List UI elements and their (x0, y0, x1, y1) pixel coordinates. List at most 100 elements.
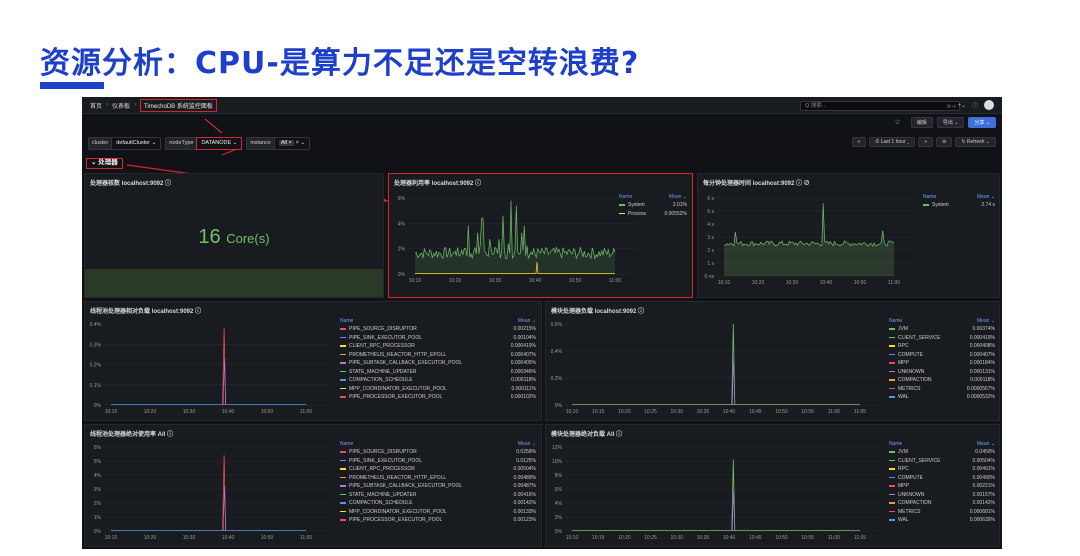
legend-item[interactable]: COMPACTION 0.000118% (889, 376, 995, 385)
legend-name-header[interactable]: Name (889, 318, 902, 324)
legend-item[interactable]: METRICS 0.0000567% (889, 385, 995, 394)
legend-series-mean: 0.00142% (972, 500, 995, 507)
legend-mean-header[interactable]: Mean ⌄ (518, 318, 536, 324)
x-tick-label: 10:10 (105, 409, 118, 415)
legend-series-name: CLIENT_RPC_PROCESSOR (349, 466, 415, 473)
series-swatch (889, 396, 895, 398)
panel-title: 线程池处理器绝对使用率 All ⓘ (90, 432, 174, 438)
x-tick-label: 11:00 (300, 409, 312, 415)
legend-item[interactable]: METRICS 0.000681% (889, 508, 995, 517)
legend-item[interactable]: PIPE_SOURCE_DISRUPTOR 0.00215% (340, 325, 536, 334)
module-load-chart: 0.6% 0.4% 0.2% 0%10:10 10:15 10:20 10:25 10:30 1… (551, 322, 882, 415)
stat-number: 16 (198, 226, 221, 248)
legend-name-header[interactable]: Name (340, 318, 353, 324)
legend-series-name: COMPACTION (898, 377, 932, 384)
legend-series-name: CLIENT_RPC_PROCESSOR (349, 343, 415, 350)
legend: Name Mean ⌄ PIPE_SOURCE_DISRUPTOR 0.00215% P… (340, 318, 536, 402)
legend-series-name: PIPE_SINK_EXECUTOR_POOL (349, 457, 422, 464)
legend-series-mean: 0.00487% (513, 483, 536, 490)
x-tick-label: 10:10 (105, 535, 118, 541)
legend-mean-header[interactable]: Mean ⌄ (977, 318, 995, 324)
series-swatch (340, 379, 346, 381)
series-swatch (889, 510, 895, 513)
legend-item[interactable]: WAL 0.000639% (889, 516, 995, 525)
cpu-utilization-chart: 6% 4% 2% 0%10:10 10:20 10:30 10:40 10:50 11:00 (398, 196, 637, 284)
legend-series-mean: 0.00157% (972, 491, 995, 498)
legend-item[interactable]: PIPE_SOURCE_DISRUPTOR 0.0258% (340, 448, 536, 457)
legend-item[interactable]: System 2.74 s (923, 201, 995, 210)
legend-item[interactable]: COMPACTION 0.00142% (889, 499, 995, 508)
y-tick-label: 0% (94, 529, 102, 535)
legend-series-name: PIPE_SUBTASK_CALLBACK_EXECUTOR_POOL (349, 483, 463, 490)
legend-item[interactable]: UNKNOWN 0.00157% (889, 491, 995, 500)
y-tick-label: 0.4% (551, 349, 563, 355)
series-swatch (340, 459, 346, 462)
legend-item[interactable]: WAL 0.0000532% (889, 393, 995, 402)
legend-item[interactable]: PIPE_SUBTASK_CALLBACK_EXECUTOR_POOL 0.000… (340, 359, 536, 368)
legend-item[interactable]: CLIENT_SERVICE 0.00504% (889, 457, 995, 466)
legend-mean-header[interactable]: Mean ⌄ (977, 441, 995, 447)
legend-name-header[interactable]: Name (340, 441, 353, 447)
y-tick-label: 6% (398, 196, 406, 202)
legend-mean-header[interactable]: Mean ⌄ (977, 194, 995, 200)
legend-item[interactable]: PIPE_SUBTASK_CALLBACK_EXECUTOR_POOL 0.004… (340, 482, 536, 491)
legend-item[interactable]: PIPE_SINK_EXECUTOR_POOL 0.0125% (340, 457, 536, 466)
legend-mean-header[interactable]: Mean ⌄ (518, 441, 536, 447)
legend-item[interactable]: COMPACTION_SCHEDULE 0.000118% (340, 376, 536, 385)
legend-series-mean: 0.00374% (972, 326, 995, 333)
x-tick-label: 10:15 (592, 535, 605, 541)
legend-series-mean: 0.000118% (511, 377, 536, 384)
y-tick-label: 4% (398, 221, 406, 227)
x-tick-label: 10:20 (618, 409, 631, 415)
legend-item[interactable]: STATE_MACHINE_UPDATER 0.000346% (340, 368, 536, 377)
legend-name-header[interactable]: Name (889, 441, 902, 447)
legend-series-name: WAL (898, 517, 909, 524)
x-tick-label: 10:30 (670, 535, 683, 541)
legend-item[interactable]: CLIENT_RPC_PROCESSOR 0.00504% (340, 465, 536, 474)
legend-item[interactable]: PIPE_PROCESSOR_EXECUTOR_POOL 0.000102% (340, 393, 536, 402)
x-tick-label: 10:40 (723, 535, 736, 541)
x-tick-label: 10:55 (801, 409, 814, 415)
legend-item[interactable]: RPC 0.00491% (889, 465, 995, 474)
legend-item[interactable]: PROMETHEUS_REACTOR_HTTP_EPOLL 0.000407% (340, 351, 536, 360)
panel-module-absolute-load: 模块处理器绝对负载 All ⓘ 12% 10% 8% 6% 4% 2% 0% 10:10 10:… (545, 424, 1000, 547)
legend-item[interactable]: COMPUTE 0.000407% (889, 351, 995, 360)
legend-mean-header[interactable]: Mean ⌄ (669, 194, 687, 200)
y-tick-label: 1% (94, 515, 102, 521)
legend-item[interactable]: PIPE_SINK_EXECUTOR_POOL 0.00104% (340, 334, 536, 343)
x-tick-label: 10:50 (261, 409, 274, 415)
x-tick-label: 11:00 (609, 278, 621, 284)
legend-item[interactable]: MPP_COORDINATOR_EXECUTOR_POOL 0.00133% (340, 508, 536, 517)
legend-item[interactable]: PROMETHEUS_REACTOR_HTTP_EPOLL 0.00489% (340, 474, 536, 483)
legend-item[interactable]: RPC 0.000408% (889, 342, 995, 351)
legend-name-header[interactable]: Name (923, 194, 936, 200)
legend-item[interactable]: CLIENT_SERVICE 0.000419% (889, 334, 995, 343)
legend-item[interactable]: COMPACTION_SCHEDULE 0.00142% (340, 499, 536, 508)
legend-item[interactable]: MPP 0.00221% (889, 482, 995, 491)
series-swatch (340, 328, 346, 330)
legend-item[interactable]: JVM 0.00374% (889, 325, 995, 334)
y-tick-label: 5 s (707, 209, 714, 215)
legend-item[interactable]: MPP_COORDINATOR_EXECUTOR_POOL 0.000111% (340, 385, 536, 394)
y-tick-label: 4 s (707, 222, 714, 228)
series-swatch (889, 387, 895, 390)
legend-series-name: PIPE_SINK_EXECUTOR_POOL (349, 334, 422, 341)
legend-item[interactable]: PIPE_PROCESSOR_EXECUTOR_POOL 0.00123% (340, 516, 536, 525)
legend-series-name: COMPUTE (898, 351, 923, 358)
legend-item[interactable]: STATE_MACHINE_UPDATER 0.00416% (340, 491, 536, 500)
series-swatch (889, 519, 895, 521)
x-tick-label: 11:05 (854, 409, 866, 415)
series-swatch (889, 353, 895, 356)
legend-series-name: CLIENT_SERVICE (898, 334, 941, 341)
legend-item[interactable]: UNKNOWN 0.000131% (889, 368, 995, 377)
legend-series-name: METRICS (898, 385, 921, 392)
legend-item[interactable]: MPP 0.000184% (889, 359, 995, 368)
series-swatch (340, 345, 346, 347)
legend-item[interactable]: COMPUTE 0.00490% (889, 474, 995, 483)
y-tick-label: 1 s (707, 261, 714, 267)
legend-item[interactable]: CLIENT_RPC_PROCESSOR 0.000419% (340, 342, 536, 351)
x-tick-label: 10:20 (449, 278, 462, 284)
x-tick-label: 10:50 (854, 280, 867, 286)
legend-item[interactable]: JVM 0.0450% (889, 448, 995, 457)
x-tick-label: 10:40 (820, 280, 833, 286)
